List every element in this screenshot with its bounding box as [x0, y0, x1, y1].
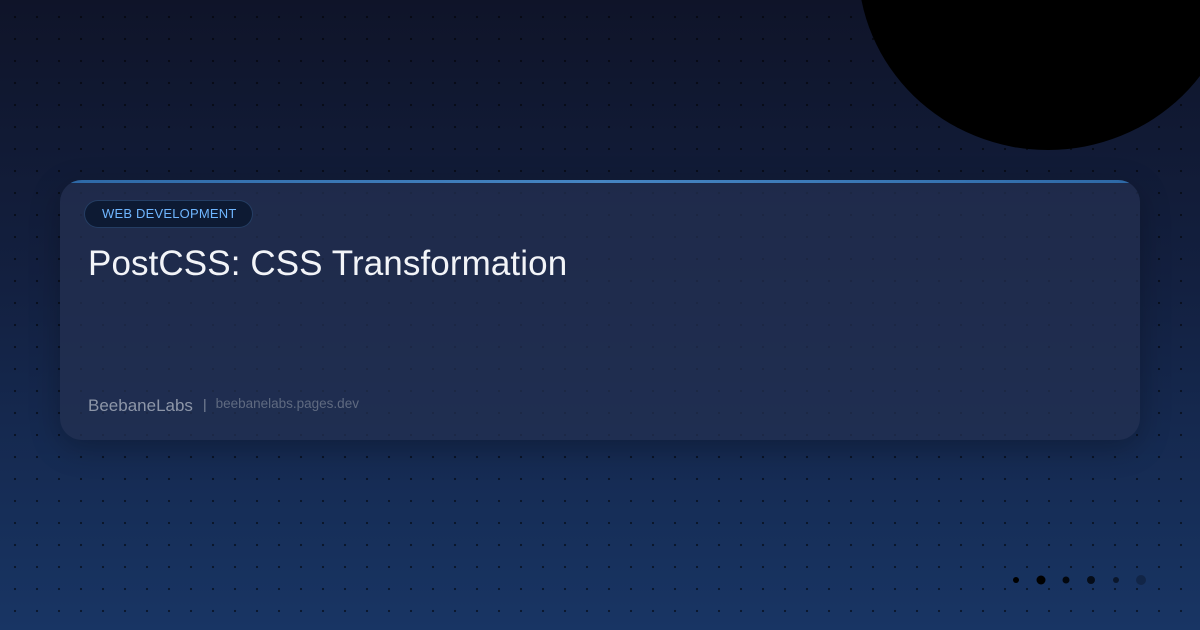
card-footer: BeebaneLabs | beebanelabs.pages.dev — [88, 396, 359, 416]
article-card[interactable]: WEB DEVELOPMENT PostCSS: CSS Transformat… — [60, 180, 1140, 440]
pager-dot[interactable] — [1062, 576, 1070, 584]
pager-dot[interactable] — [1136, 575, 1146, 585]
category-badge[interactable]: WEB DEVELOPMENT — [84, 200, 254, 228]
card-accent-line — [60, 180, 1140, 183]
pagination-dots — [1010, 574, 1150, 586]
pager-dot[interactable] — [1013, 577, 1019, 583]
decorative-circle — [858, 0, 1200, 150]
pager-dot[interactable] — [1087, 576, 1095, 584]
article-title: PostCSS: CSS Transformation — [88, 244, 568, 283]
site-url[interactable]: beebanelabs.pages.dev — [216, 396, 359, 411]
pager-dot[interactable] — [1113, 577, 1119, 583]
og-card-page: { "card": { "category": "WEB DEVELOPMENT… — [0, 0, 1200, 630]
footer-separator: | — [202, 396, 207, 412]
brand-name[interactable]: BeebaneLabs — [88, 396, 193, 416]
pager-dot-active[interactable] — [1036, 575, 1046, 585]
